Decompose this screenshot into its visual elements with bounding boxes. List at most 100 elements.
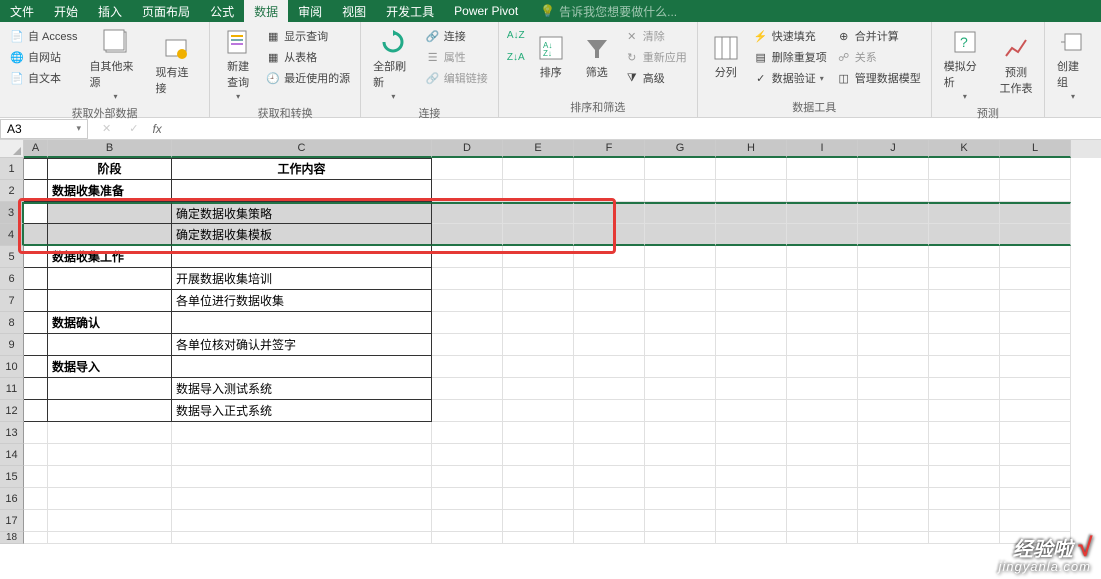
cell[interactable]	[929, 356, 1000, 378]
cell[interactable]	[787, 246, 858, 268]
cell[interactable]	[24, 246, 48, 268]
cell[interactable]	[858, 466, 929, 488]
cell[interactable]	[503, 246, 574, 268]
cell[interactable]	[1000, 246, 1071, 268]
row-header-18[interactable]: 18	[0, 532, 24, 544]
cell[interactable]	[787, 334, 858, 356]
cell[interactable]	[24, 158, 48, 180]
cell[interactable]	[1000, 268, 1071, 290]
cell[interactable]	[1000, 334, 1071, 356]
tab-file[interactable]: 文件	[0, 0, 44, 22]
cell[interactable]	[858, 510, 929, 532]
cell[interactable]	[929, 378, 1000, 400]
cell[interactable]	[858, 224, 929, 246]
cell[interactable]	[24, 400, 48, 422]
row-header-1[interactable]: 1	[0, 158, 24, 180]
cell[interactable]	[48, 400, 172, 422]
cell[interactable]	[503, 444, 574, 466]
cell[interactable]	[787, 224, 858, 246]
forecast-sheet-button[interactable]: 预测 工作表	[994, 26, 1038, 103]
sort-asc-button[interactable]: A↓Z	[505, 26, 527, 44]
cell[interactable]	[858, 246, 929, 268]
cell[interactable]	[787, 158, 858, 180]
cell[interactable]: 阶段	[48, 158, 172, 180]
cell[interactable]	[716, 290, 787, 312]
cell[interactable]	[503, 400, 574, 422]
advanced-filter-button[interactable]: ⧩高级	[621, 68, 691, 88]
cell[interactable]	[503, 422, 574, 444]
cell[interactable]: 各单位进行数据收集	[172, 290, 432, 312]
cell[interactable]	[432, 290, 503, 312]
col-header-L[interactable]: L	[1000, 140, 1071, 158]
filter-button[interactable]: 筛选	[575, 26, 619, 88]
cell[interactable]	[716, 422, 787, 444]
cell[interactable]	[1000, 356, 1071, 378]
cell[interactable]	[929, 180, 1000, 202]
cell[interactable]	[503, 224, 574, 246]
cell[interactable]	[24, 378, 48, 400]
flash-fill-button[interactable]: ⚡快速填充	[750, 26, 831, 46]
cell[interactable]	[1000, 488, 1071, 510]
cell[interactable]	[48, 202, 172, 224]
consolidate-button[interactable]: ⊕合并计算	[833, 26, 925, 46]
cell[interactable]	[645, 444, 716, 466]
cell[interactable]	[503, 466, 574, 488]
cell[interactable]	[48, 422, 172, 444]
cell[interactable]	[48, 532, 172, 544]
text-to-columns-button[interactable]: 分列	[704, 26, 748, 88]
cell[interactable]	[24, 334, 48, 356]
cell[interactable]	[1000, 444, 1071, 466]
clear-filter-button[interactable]: ✕清除	[621, 26, 691, 46]
select-all-corner[interactable]	[0, 140, 24, 158]
cell[interactable]	[24, 202, 48, 224]
existing-connections-button[interactable]: 现有连接	[150, 26, 204, 103]
row-header-3[interactable]: 3	[0, 202, 24, 224]
tab-view[interactable]: 视图	[332, 0, 376, 22]
cell[interactable]	[716, 510, 787, 532]
cell[interactable]	[432, 400, 503, 422]
col-header-I[interactable]: I	[787, 140, 858, 158]
cell[interactable]	[574, 224, 645, 246]
cell[interactable]	[645, 422, 716, 444]
cell[interactable]	[858, 268, 929, 290]
cell[interactable]	[172, 246, 432, 268]
cell[interactable]	[574, 444, 645, 466]
cell[interactable]	[716, 444, 787, 466]
cell[interactable]	[1000, 158, 1071, 180]
cell[interactable]	[787, 180, 858, 202]
cell[interactable]	[787, 378, 858, 400]
cell[interactable]	[172, 312, 432, 334]
from-text-button[interactable]: 📄自文本	[6, 68, 82, 88]
cell[interactable]	[716, 466, 787, 488]
cell[interactable]	[716, 246, 787, 268]
cell[interactable]	[1000, 378, 1071, 400]
cell[interactable]	[574, 158, 645, 180]
cell[interactable]	[24, 290, 48, 312]
row-header-13[interactable]: 13	[0, 422, 24, 444]
cell[interactable]	[787, 466, 858, 488]
cell[interactable]	[574, 334, 645, 356]
cell[interactable]	[503, 158, 574, 180]
cell[interactable]	[432, 422, 503, 444]
row-header-15[interactable]: 15	[0, 466, 24, 488]
cell[interactable]	[48, 378, 172, 400]
cell[interactable]	[574, 532, 645, 544]
cell[interactable]	[716, 334, 787, 356]
cell[interactable]	[432, 268, 503, 290]
cell[interactable]	[1000, 180, 1071, 202]
cell[interactable]	[929, 246, 1000, 268]
cell[interactable]	[787, 202, 858, 224]
tab-review[interactable]: 审阅	[288, 0, 332, 22]
cell[interactable]	[645, 290, 716, 312]
cell[interactable]	[24, 180, 48, 202]
cell[interactable]	[645, 532, 716, 544]
cell[interactable]	[432, 444, 503, 466]
cell[interactable]	[858, 444, 929, 466]
cell[interactable]	[432, 510, 503, 532]
cell[interactable]	[645, 400, 716, 422]
cell[interactable]	[432, 488, 503, 510]
cell[interactable]	[716, 202, 787, 224]
cell[interactable]	[716, 378, 787, 400]
cell[interactable]	[503, 180, 574, 202]
cell[interactable]	[432, 202, 503, 224]
